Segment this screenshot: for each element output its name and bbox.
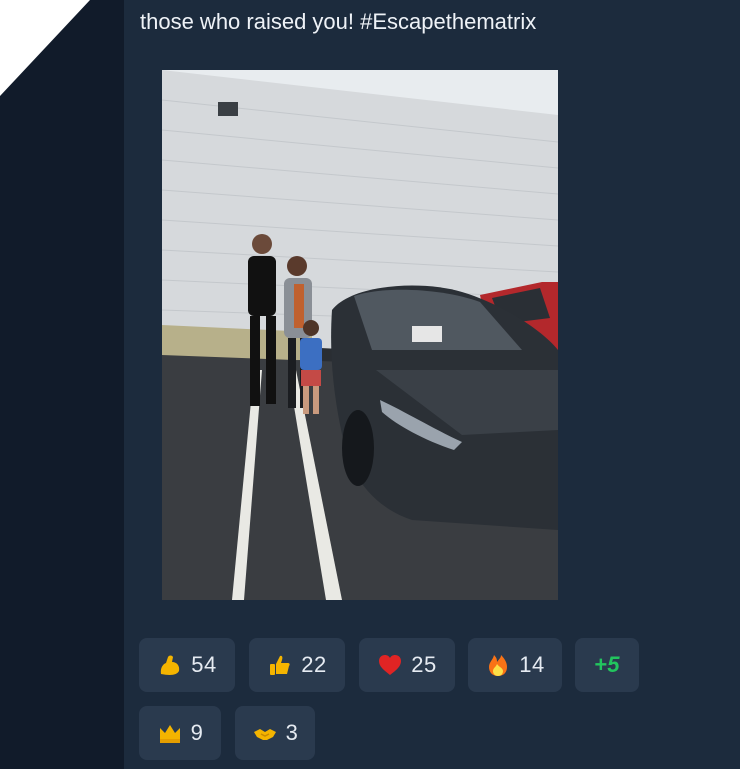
more-reactions-count: +5 — [593, 652, 621, 677]
flexed-biceps-icon — [161, 655, 180, 675]
fire-icon — [489, 655, 508, 676]
crown-icon — [159, 725, 180, 743]
reaction-count: 25 — [411, 652, 437, 677]
handshake-icon — [253, 729, 276, 740]
reaction-count: 9 — [190, 720, 204, 745]
reaction-flexed-biceps[interactable]: 54 — [139, 638, 235, 692]
post-text: those who raised you! #Escapethematrix — [140, 9, 537, 34]
reaction-count: 22 — [301, 652, 327, 677]
more-reactions-button[interactable]: +5 — [575, 638, 639, 692]
post-photo[interactable] — [162, 70, 558, 600]
reaction-count: 14 — [519, 652, 545, 677]
reaction-thumbs-up[interactable]: 22 — [249, 638, 345, 692]
thumbs-up-icon — [270, 655, 290, 675]
reaction-count: 3 — [285, 720, 299, 745]
reaction-count: 54 — [191, 652, 217, 677]
heart-icon — [379, 655, 402, 675]
reaction-handshake[interactable]: 3 — [235, 706, 315, 760]
reaction-crown[interactable]: 9 — [139, 706, 221, 760]
reaction-fire[interactable]: 14 — [468, 638, 562, 692]
reaction-heart[interactable]: 25 — [359, 638, 455, 692]
photo-scene — [162, 70, 558, 600]
